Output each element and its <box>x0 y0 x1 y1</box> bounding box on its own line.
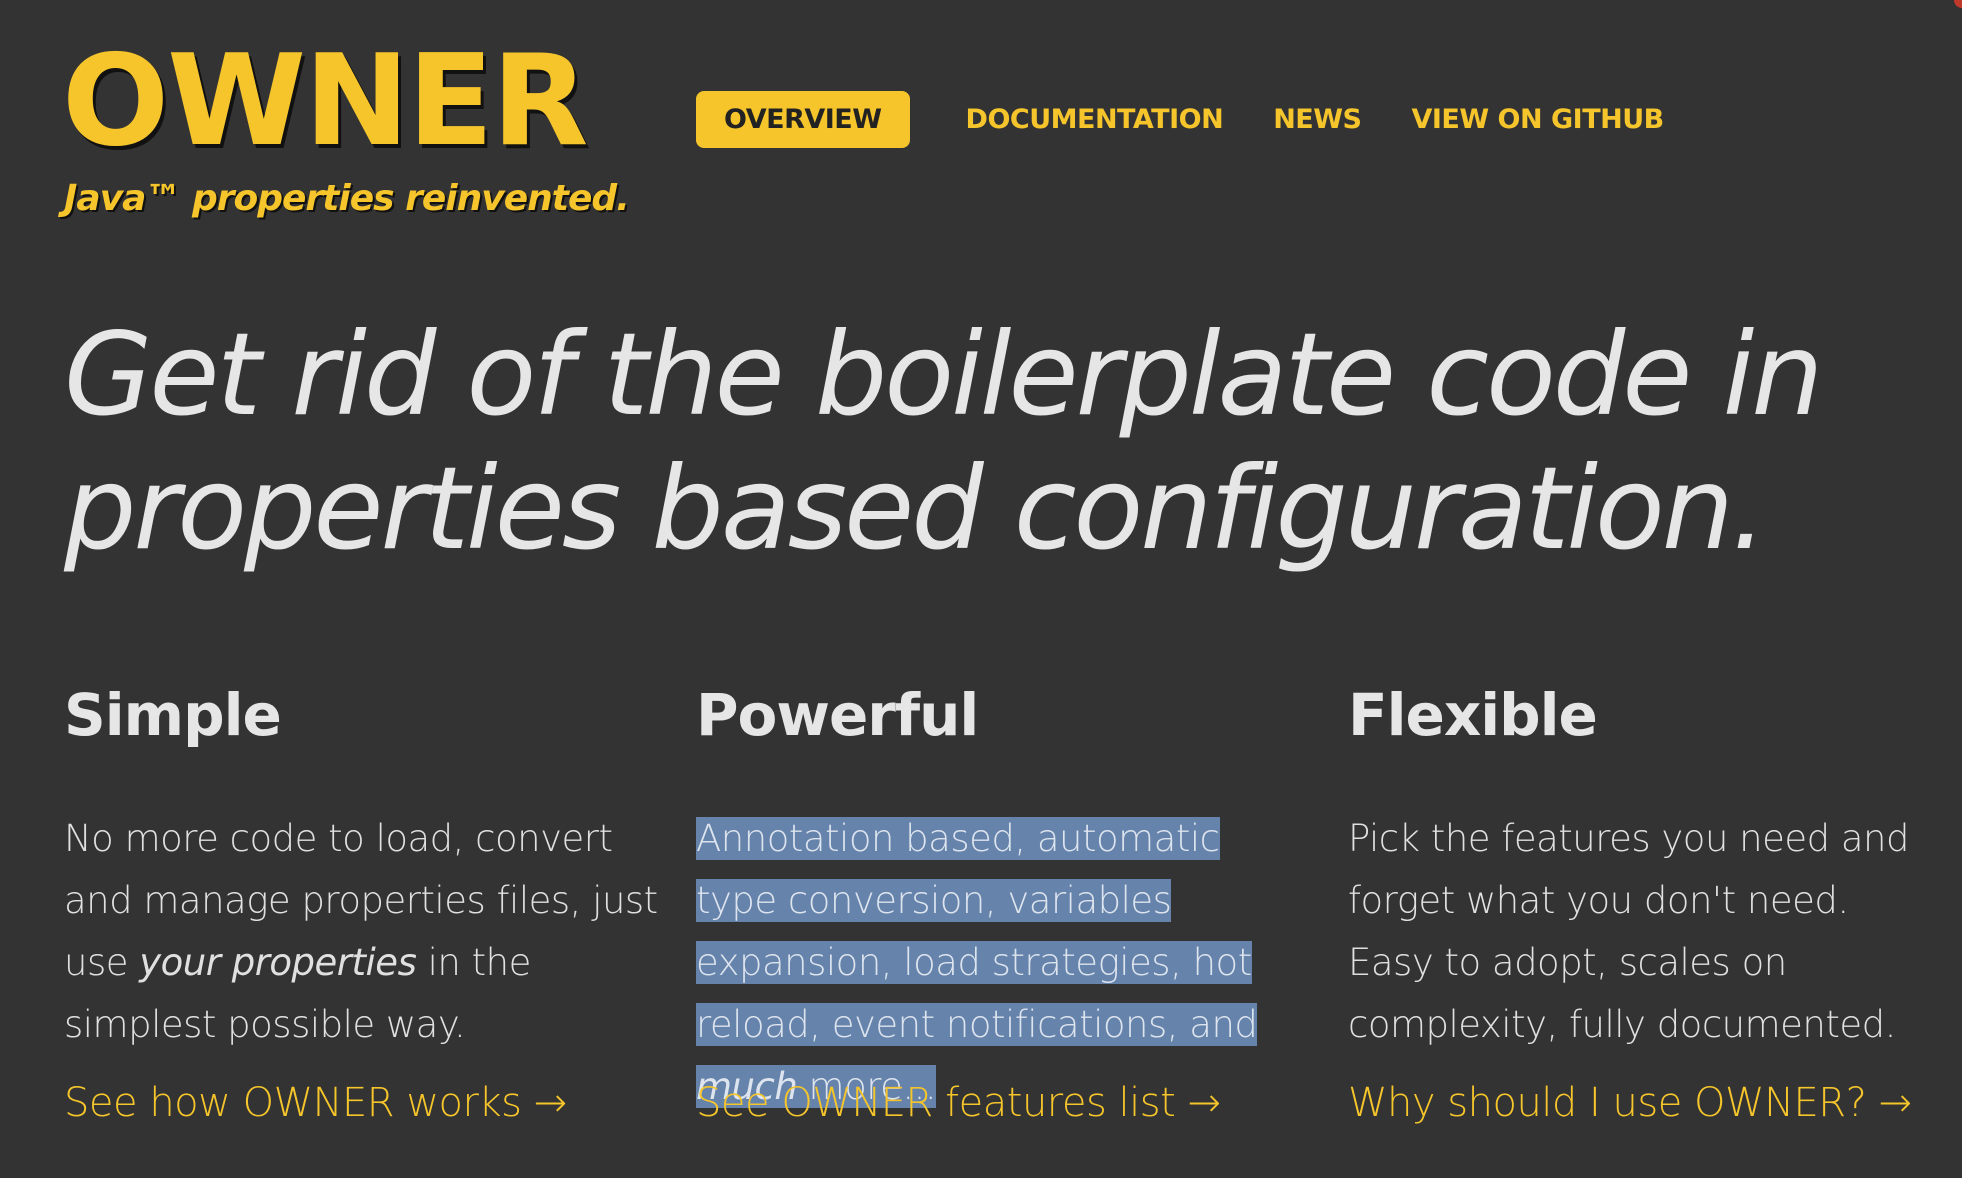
hero-line-1: Get rid of the boilerplate code in <box>64 308 1824 441</box>
why-use-owner-link[interactable]: Why should I use OWNER? → <box>1348 1080 1912 1126</box>
hero-line-2: properties based configuration. <box>64 442 1767 575</box>
feature-description: Annotation based, automatic type convers… <box>696 808 1306 1118</box>
feature-title: Flexible <box>1348 681 1598 749</box>
feature-flexible: Flexible Pick the features you need and … <box>1348 680 1948 1056</box>
hero-headline: Get rid of the boilerplate code in prope… <box>64 308 1924 576</box>
selected-text: Annotation based, automatic type convers… <box>696 817 1258 1108</box>
feature-title: Simple <box>64 681 282 749</box>
feature-text: Annotation based, automatic type convers… <box>696 817 1258 1046</box>
see-owner-features-list-link[interactable]: See OWNER features list → <box>696 1080 1221 1126</box>
nav-view-on-github[interactable]: VIEW ON GITHUB <box>1411 104 1664 135</box>
window-corner-accent <box>1954 0 1962 8</box>
feature-title: Powerful <box>696 681 979 749</box>
nav-news[interactable]: NEWS <box>1273 104 1362 135</box>
see-how-owner-works-link[interactable]: See how OWNER works → <box>64 1080 567 1126</box>
feature-description: No more code to load, convert and manage… <box>64 808 664 1056</box>
feature-text-emphasis: your properties <box>139 941 417 984</box>
nav-documentation[interactable]: DOCUMENTATION <box>966 104 1224 135</box>
site-logo[interactable]: OWNER <box>62 38 589 164</box>
feature-powerful: Powerful Annotation based, automatic typ… <box>696 680 1296 1118</box>
main-nav: OVERVIEW DOCUMENTATION NEWS VIEW ON GITH… <box>696 88 1714 150</box>
nav-overview[interactable]: OVERVIEW <box>696 90 910 148</box>
feature-simple: Simple No more code to load, convert and… <box>64 680 664 1056</box>
site-tagline: Java™ properties reinvented. <box>64 178 630 219</box>
feature-description: Pick the features you need and forget wh… <box>1348 817 1910 1046</box>
